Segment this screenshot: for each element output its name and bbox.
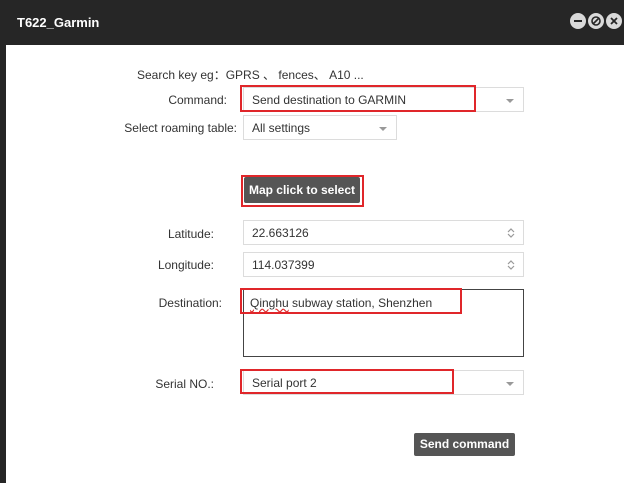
chevron-down-icon <box>379 127 387 131</box>
highlight-map-button <box>241 175 364 207</box>
longitude-label: Longitude: <box>157 258 214 272</box>
latitude-input[interactable]: 22.663126 <box>243 220 524 245</box>
roaming-value: All settings <box>252 120 311 135</box>
highlight-command <box>240 85 476 112</box>
command-label: Command: <box>168 93 227 107</box>
chevron-down-icon <box>506 382 514 386</box>
title-bar: T622_Garmin <box>0 0 624 45</box>
chevron-down-icon <box>506 99 514 103</box>
restore-icon[interactable] <box>588 13 604 29</box>
longitude-input[interactable]: 114.037399 <box>243 252 524 277</box>
latitude-label: Latitude: <box>167 227 214 241</box>
spinner-icon[interactable] <box>507 227 515 239</box>
send-command-button[interactable]: Send command <box>414 433 515 456</box>
highlight-destination <box>240 288 462 314</box>
serial-label: Serial NO.: <box>155 377 214 391</box>
spinner-icon[interactable] <box>507 259 515 271</box>
destination-label: Destination: <box>158 296 222 310</box>
roaming-label: Select roaming table: <box>124 121 237 135</box>
window-title: T622_Garmin <box>17 15 100 30</box>
search-hint: Search key eg：GPRS 、 fences、 A10 ... <box>137 68 364 82</box>
latitude-value: 22.663126 <box>252 225 309 240</box>
roaming-select[interactable]: All settings <box>243 115 397 140</box>
highlight-serial <box>240 369 454 394</box>
longitude-value: 114.037399 <box>252 257 315 272</box>
close-icon[interactable] <box>606 13 622 29</box>
minimize-icon[interactable] <box>570 13 586 29</box>
